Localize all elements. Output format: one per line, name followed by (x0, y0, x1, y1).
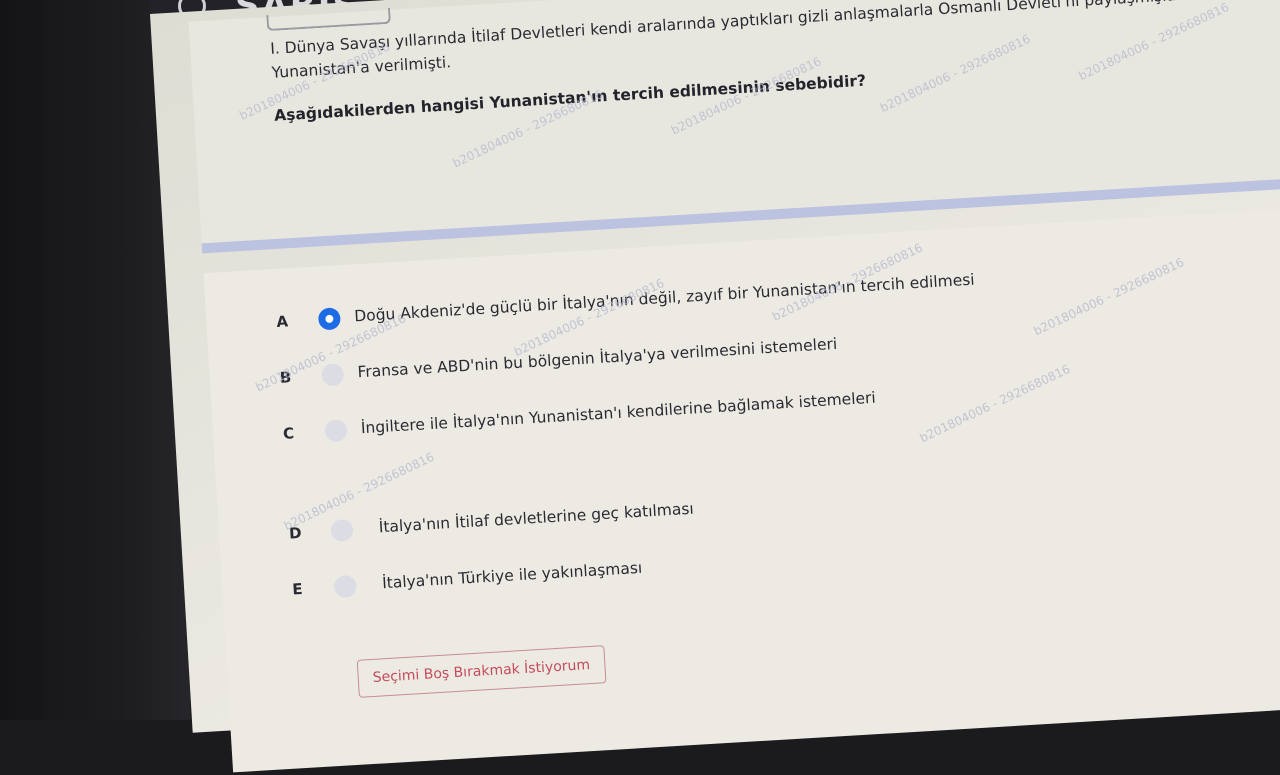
radio-icon[interactable] (330, 518, 354, 543)
answer-options: A Doğu Akdeniz'de güçlü bir İtalya'nın d… (203, 206, 1280, 773)
option-text: Doğu Akdeniz'de güçlü bir İtalya'nın değ… (353, 270, 976, 326)
option-letter: C (282, 424, 295, 443)
option-e[interactable]: E İtalya'nın Türkiye ile yakınlaşması (291, 549, 732, 609)
option-text: İtalya'nın İtilaf devletlerine geç katıl… (378, 499, 695, 537)
radio-icon[interactable] (333, 574, 357, 599)
option-text: İtalya'nın Türkiye ile yakınlaşması (381, 558, 643, 593)
question-tab[interactable] (266, 7, 392, 32)
option-text: Fransa ve ABD'nin bu bölgenin İtalya'ya … (357, 334, 838, 382)
option-letter: A (275, 312, 289, 332)
radio-icon[interactable] (324, 419, 348, 443)
radio-selected-icon[interactable] (317, 307, 342, 331)
leave-blank-button[interactable]: Seçimi Boş Bırakmak İstiyorum (356, 645, 607, 698)
option-d[interactable]: D İtalya'nın İtilaf devletlerine geç kat… (288, 490, 769, 552)
watermark: b201804006 - 2926680816 (1031, 255, 1187, 339)
option-letter: E (291, 579, 304, 599)
radio-icon[interactable] (321, 363, 345, 387)
exam-screen: I. Dünya Savaşı yıllarında İtilaf Devlet… (150, 0, 1280, 773)
option-text: İngiltere ile İtalya'nın Yunanistan'ı ke… (360, 388, 877, 438)
